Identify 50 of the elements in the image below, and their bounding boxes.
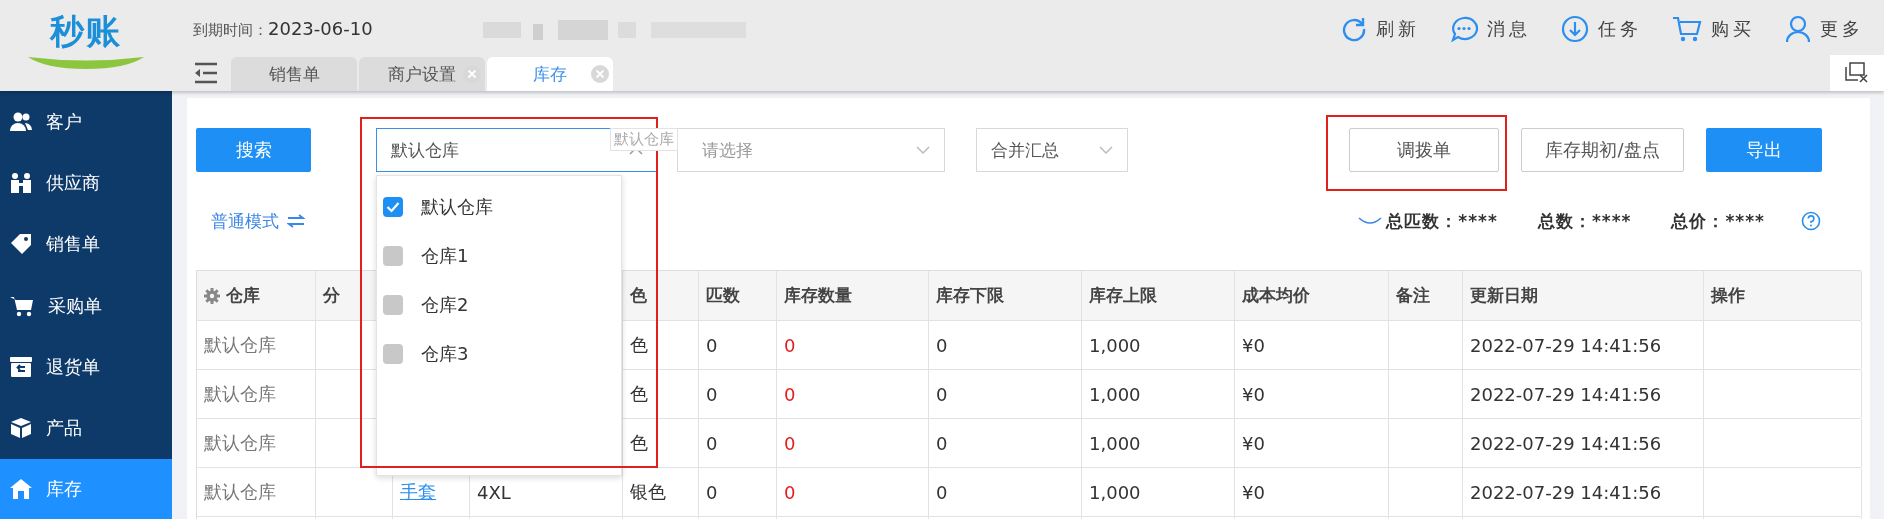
table-cell: 默认仓库 — [204, 431, 276, 455]
table-cell: 1,000 — [1089, 481, 1141, 503]
table-cell: 0 — [706, 432, 718, 454]
tooltip: 默认仓库 — [610, 128, 678, 151]
table-cell: 银色 — [630, 480, 666, 504]
column-header: 库存上限 — [1089, 284, 1157, 307]
table-cell: 1,000 — [1089, 334, 1141, 356]
total-text: 总数：**** — [1537, 209, 1632, 233]
table-cell: 默认仓库 — [204, 333, 276, 357]
table-cell: 0 — [784, 481, 796, 503]
column-header: 色 — [630, 284, 647, 307]
table-cell: 2022-07-29 14:41:56 — [1470, 383, 1662, 405]
table-cell: 0 — [936, 481, 948, 503]
table-cell: 色 — [630, 382, 648, 406]
table-cell: 色 — [630, 333, 648, 357]
total-text: 总匹数：**** — [1386, 209, 1498, 233]
column-header: 仓库 — [204, 284, 260, 307]
table-cell: 默认仓库 — [204, 480, 276, 504]
table-cell: 0 — [706, 481, 718, 503]
table-cell: 0 — [784, 334, 796, 356]
logo-text: 秒账 — [50, 10, 122, 52]
table-cell: 色 — [630, 431, 648, 455]
table-cell: 0 — [936, 334, 948, 356]
column-header: 操作 — [1711, 284, 1745, 307]
table-cell: 2022-07-29 14:41:56 — [1470, 481, 1662, 503]
total-text: 总价：**** — [1671, 209, 1765, 233]
table-cell: 4XL — [477, 481, 511, 503]
table-cell: 默认仓库 — [204, 382, 276, 406]
column-header: 更新日期 — [1470, 284, 1538, 307]
column-header: 分 — [323, 284, 340, 307]
column-header: 成本均价 — [1242, 284, 1310, 307]
table-cell: 1,000 — [1089, 383, 1141, 405]
table-cell: 0 — [936, 383, 948, 405]
table-cell: 1,000 — [1089, 432, 1141, 454]
table-cell: 0 — [706, 334, 718, 356]
column-header: 备注 — [1396, 284, 1430, 307]
table-cell: 0 — [936, 432, 948, 454]
table-cell: ¥0 — [1242, 481, 1265, 503]
table-cell: ¥0 — [1242, 334, 1265, 356]
table-cell: 0 — [784, 432, 796, 454]
column-header: 库存下限 — [936, 284, 1004, 307]
table-cell: 0 — [706, 383, 718, 405]
table-cell: 2022-07-29 14:41:56 — [1470, 334, 1662, 356]
table-cell: 2022-07-29 14:41:56 — [1470, 432, 1662, 454]
table-cell: 0 — [784, 383, 796, 405]
table-cell: ¥0 — [1242, 432, 1265, 454]
expiry-text: 到期时间：2023-06-10 — [193, 17, 373, 40]
column-header: 匹数 — [706, 284, 740, 307]
column-header: 库存数量 — [784, 284, 852, 307]
table-cell: ¥0 — [1242, 383, 1265, 405]
